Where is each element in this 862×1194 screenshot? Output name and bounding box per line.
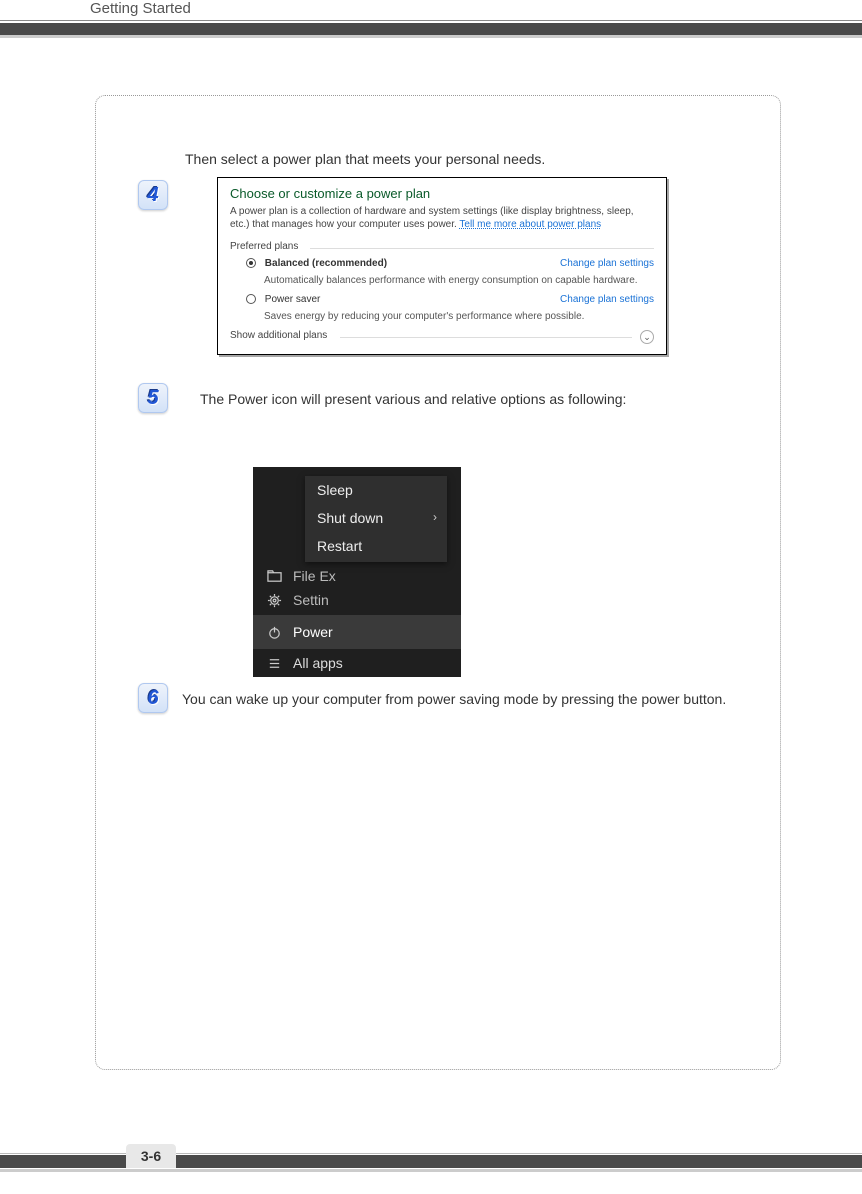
step-6-badge: 6 [138,683,168,713]
step-5-badge: 5 [138,383,168,413]
plan-powersaver-name: Power saver [265,294,321,305]
change-settings-link[interactable]: Change plan settings [560,258,654,269]
plan-powersaver-desc: Saves energy by reducing your computer's… [264,311,654,322]
document-page: Getting Started Then select a power plan… [0,0,862,1194]
header-bar [0,23,862,35]
shutdown-label: Shut down [317,510,383,526]
change-settings-link[interactable]: Change plan settings [560,294,654,305]
panel-description: A power plan is a collection of hardware… [230,205,654,231]
start-row-file-explorer[interactable]: File Ex [253,564,461,588]
header-bar-light [0,35,862,38]
file-explorer-icon [265,568,283,584]
radio-icon[interactable] [246,258,256,268]
start-row-all-apps[interactable]: All apps [253,649,461,677]
start-row-power[interactable]: Power [253,615,461,649]
header-rule [0,20,862,21]
file-explorer-label: File Ex [293,568,336,584]
power-icon [265,624,283,640]
power-options-panel: Choose or customize a power plan A power… [217,177,667,355]
menu-item-sleep[interactable]: Sleep [305,476,447,504]
menu-item-shutdown[interactable]: Shut down › [305,504,447,532]
show-additional-row[interactable]: Show additional plans ⌄ [230,330,654,341]
step-5-text: The Power icon will present various and … [200,385,740,413]
plan-balanced-desc: Automatically balances performance with … [264,275,654,286]
list-icon [265,655,283,671]
settings-label: Settin [293,592,329,608]
chevron-right-icon: › [433,510,437,524]
show-additional-label: Show additional plans [230,330,327,341]
power-flyout: Sleep Shut down › Restart [305,476,447,562]
power-label: Power [293,624,333,640]
panel-title: Choose or customize a power plan [230,186,654,201]
page-number: 3-6 [126,1144,176,1168]
step-4-badge: 4 [138,180,168,210]
gear-icon [265,592,283,608]
restart-label: Restart [317,538,362,554]
step-6-text: You can wake up your computer from power… [182,685,742,713]
plan-balanced-row[interactable]: Balanced (recommended) Change plan setti… [246,258,654,269]
menu-item-restart[interactable]: Restart [305,532,447,560]
chevron-down-icon[interactable]: ⌄ [640,330,654,344]
header-title: Getting Started [90,0,191,17]
radio-icon[interactable] [246,294,256,304]
step-4-text: Then select a power plan that meets your… [185,145,725,173]
more-link[interactable]: Tell me more about power plans [459,219,601,230]
start-row-settings[interactable]: Settin [253,588,461,612]
footer-bar-light [0,1169,862,1172]
plan-balanced-name: Balanced (recommended) [265,258,387,269]
plan-powersaver-row[interactable]: Power saver Change plan settings [246,294,654,305]
start-power-menu: Sleep Shut down› Restart File Ex Settin … [253,467,461,677]
sleep-label: Sleep [317,482,353,498]
all-apps-label: All apps [293,655,343,671]
preferred-plans-label: Preferred plans [230,241,654,252]
